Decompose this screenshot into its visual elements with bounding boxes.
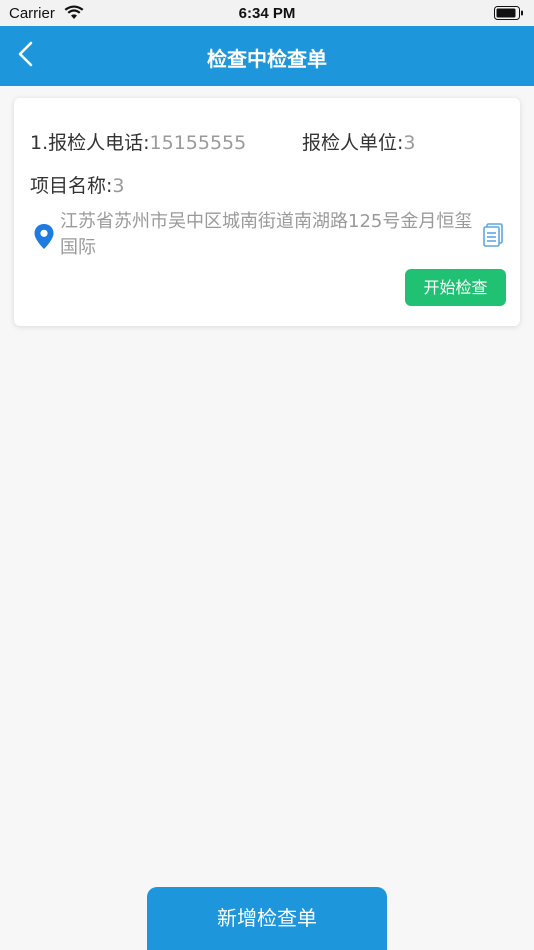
reporter-unit-value: 3 [403, 132, 416, 154]
reporter-phone-value: 15155555 [149, 132, 247, 154]
project-name-row: 项目名称:3 [30, 171, 125, 198]
project-name-value: 3 [112, 175, 125, 197]
inspection-card[interactable]: 1.报检人电话:15155555 报检人单位:3 项目名称:3 江苏省苏州市吴中… [14, 98, 520, 326]
address-text: 江苏省苏州市吴中区城南街道南湖路125号金月恒玺国际 [60, 211, 473, 258]
reporter-phone-label: 1.报检人电话: [30, 132, 150, 154]
location-pin-icon [34, 224, 54, 249]
reporter-phone-row: 1.报检人电话:15155555 [30, 128, 246, 155]
page-title: 检查中检查单 [207, 47, 327, 71]
status-time: 6:34 PM [238, 5, 296, 22]
battery-icon [494, 6, 523, 20]
start-inspection-button[interactable]: 开始检查 [405, 269, 506, 306]
add-inspection-button[interactable]: 新增检查单 [147, 887, 387, 950]
copy-document-icon[interactable] [483, 223, 503, 247]
project-name-label: 项目名称: [30, 175, 113, 197]
reporter-unit-row: 报检人单位:3 [302, 128, 416, 155]
nav-bar: 检查中检查单 [0, 26, 534, 86]
reporter-unit-label: 报检人单位: [302, 132, 404, 154]
status-bar: Carrier 6:34 PM [0, 0, 534, 26]
